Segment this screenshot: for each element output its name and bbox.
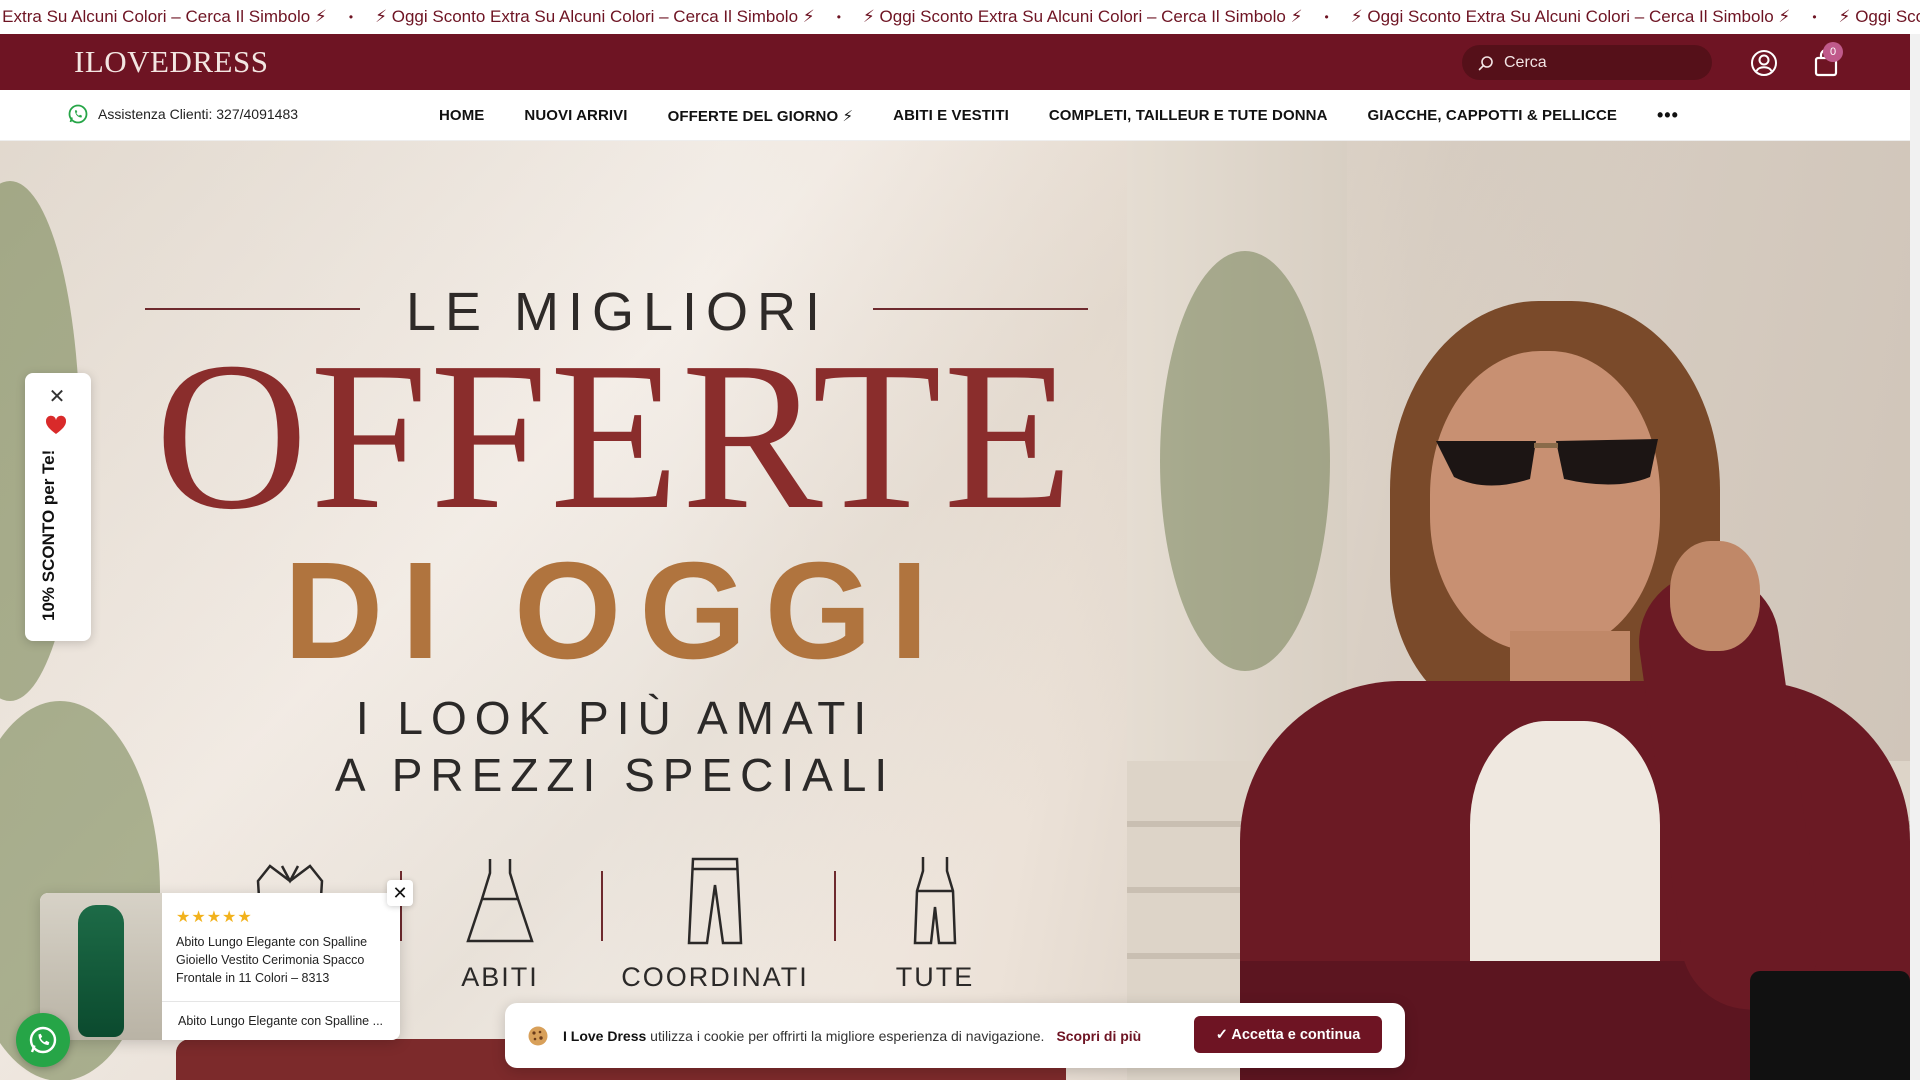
category-label: TUTE [895,962,975,992]
nav-menu: HOME NUOVI ARRIVI OFFERTE DEL GIORNO ⚡ A… [439,90,1679,141]
nav-item-new-arrivals[interactable]: NUOVI ARRIVI [524,107,627,124]
whatsapp-icon [29,1026,57,1054]
category-separator [601,871,603,941]
search-bar[interactable] [1462,45,1712,80]
announcement-text: ⚡ Oggi Sconto Extr [1838,7,1920,26]
search-icon[interactable] [1478,55,1494,71]
popup-close-button[interactable]: ✕ [387,880,413,906]
hero-model [1240,271,1910,1080]
nav-more-icon[interactable]: ••• [1657,105,1679,126]
model-bag [1750,971,1910,1080]
announcement-text: ⚡ Oggi Sconto Extra Su Alcuni Colori – C… [1350,7,1791,26]
announcement-bar: o Extra Su Alcuni Colori – Cerca Il Simb… [0,0,1920,34]
cookie-message: I Love Dress utilizza i cookie per offri… [563,1028,1044,1044]
cookie-text: utilizza i cookie per offrirti la miglio… [646,1027,1045,1044]
heart-icon [45,415,67,434]
discount-side-tab[interactable]: ✕ 10% SCONTO per Te! [25,373,91,641]
cookie-accept-button[interactable]: ✓ Accetta e continua [1194,1016,1382,1053]
hero-title-today: DI OGGI [283,534,947,688]
hero-category-jumpsuits: TUTE [885,851,985,993]
model-sunglasses [1436,439,1658,486]
nav-item-jackets[interactable]: GIACCHE, CAPPOTTI & PELLICCE [1368,107,1617,124]
search-input[interactable] [1504,53,1694,72]
product-popup[interactable]: ★★★★★ Abito Lungo Elegante con Spalline … [40,893,400,1040]
cookie-learn-more-link[interactable]: Scopri di più [1056,1028,1141,1044]
account-icon[interactable] [1750,49,1778,77]
site-logo[interactable]: ILOVEDRESS [74,44,268,80]
model-hand [1670,541,1760,651]
model-top [1470,721,1660,981]
site-header: ILOVEDRESS 0 [0,34,1910,90]
jumpsuit-icon [913,857,957,945]
discount-label[interactable]: 10% SCONTO per Te! [39,441,59,621]
hero-title-offers: OFFERTE [154,318,1076,553]
nav-item-dresses[interactable]: ABITI E VESTITI [893,107,1009,124]
hero-subtitle: I LOOK PIÙ AMATI [355,692,875,744]
hero-subtitle: A PREZZI SPECIALI [334,749,896,801]
main-navbar: Assistenza Clienti: 327/4091483 HOME NUO… [0,90,1910,141]
hero-category-coordinated: COORDINATI [620,851,810,993]
model-face [1430,351,1660,651]
category-separator [834,871,836,941]
announcement-text: o Extra Su Alcuni Colori – Cerca Il Simb… [0,7,327,26]
announcement-text: ⚡ Oggi Sconto Extra Su Alcuni Colori – C… [862,7,1303,26]
customer-support[interactable]: Assistenza Clienti: 327/4091483 [68,104,298,124]
rating-stars: ★★★★★ [176,909,253,926]
trousers-icon [687,857,743,945]
cookie-banner: I Love Dress utilizza i cookie per offri… [505,1003,1405,1068]
announcement-text: ⚡ Oggi Sconto Extra Su Alcuni Colori – C… [375,7,815,26]
cookie-icon [528,1026,548,1045]
close-icon[interactable]: ✕ [47,387,67,407]
cart-count-badge: 0 [1823,42,1843,62]
product-footer-text[interactable]: Abito Lungo Elegante con Spalline ... [178,1014,393,1028]
support-label: Assistenza Clienti: 327/4091483 [98,106,299,122]
whatsapp-icon [68,104,88,124]
nav-item-deals[interactable]: OFFERTE DEL GIORNO ⚡ [668,107,854,125]
dress-icon [466,859,534,943]
nav-item-home[interactable]: HOME [439,107,484,124]
scrollbar-track[interactable] [1910,34,1920,1080]
product-title[interactable]: Abito Lungo Elegante con Spalline Gioiel… [176,933,381,987]
nav-item-suits[interactable]: COMPLETI, TAILLEUR E TUTE DONNA [1049,107,1328,124]
popup-divider [162,1001,400,1002]
cookie-brand: I Love Dress [563,1027,647,1044]
hero-category-dresses: ABITI [450,851,550,993]
product-dress-image [78,905,124,1037]
whatsapp-chat-button[interactable] [16,1013,70,1067]
category-label: ABITI [461,962,539,992]
category-label: COORDINATI [621,962,809,992]
